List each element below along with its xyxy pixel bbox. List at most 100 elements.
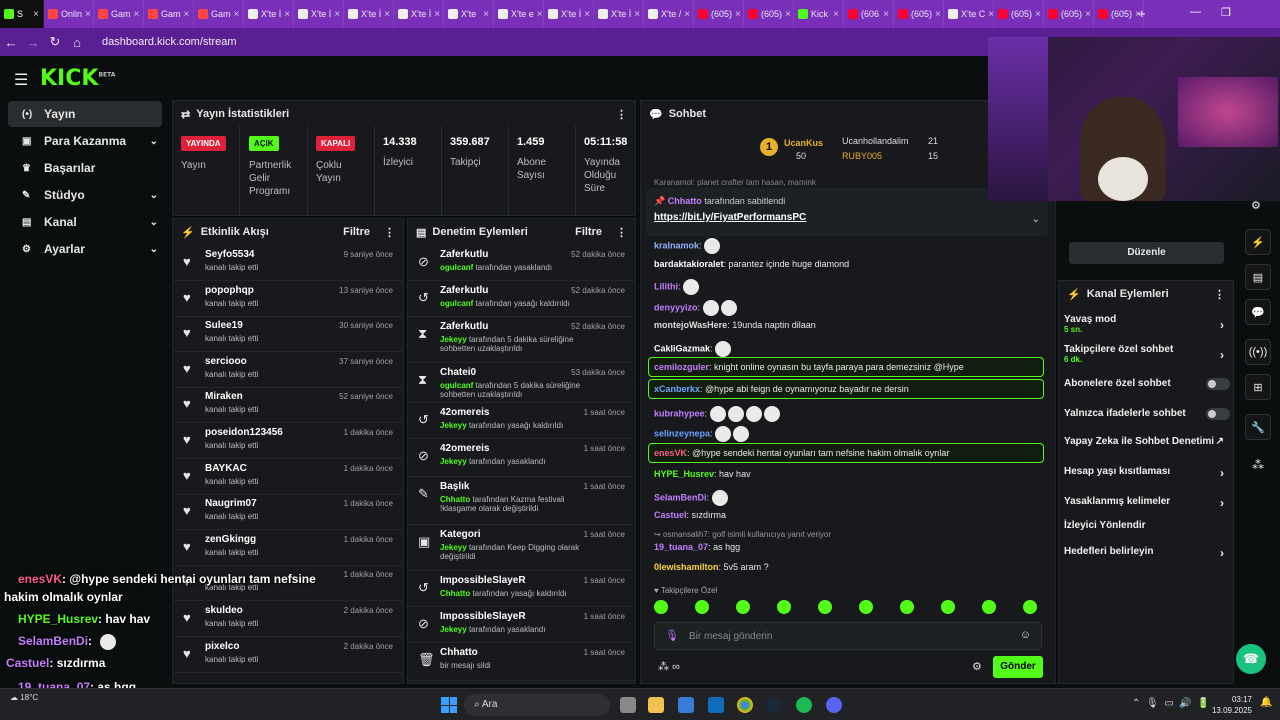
channel-action[interactable]: Hedefleri belirleyin › [1064, 546, 1230, 560]
browser-tab[interactable]: X'te C × [944, 0, 994, 28]
moderator-name[interactable]: ogulcanf [440, 299, 473, 308]
close-icon[interactable]: × [85, 9, 91, 20]
browser-tab[interactable]: X'te İ × [344, 0, 394, 28]
sidebar-item[interactable]: ▣ Para Kazanma ⌄ [8, 128, 162, 154]
home-icon[interactable]: ⌂ [66, 35, 88, 50]
activity-user[interactable]: serciooo [205, 356, 247, 367]
moderator-name[interactable]: Chhatto [440, 495, 470, 504]
gear-icon[interactable]: ⚙ [1251, 199, 1261, 212]
chat-username[interactable]: selinzeynepa [654, 428, 710, 438]
spotify-icon[interactable] [796, 697, 812, 713]
chat-tools-icon[interactable]: ⁂ ∞ [658, 660, 680, 673]
channel-action[interactable]: Yavaş mod 5 sn. › [1064, 314, 1230, 334]
activity-user[interactable]: zenGkingg [205, 534, 256, 545]
channel-action[interactable]: Yapay Zeka ile Sohbet Denetimi ↗ [1064, 436, 1230, 447]
close-icon[interactable]: × [284, 9, 290, 20]
chat-username[interactable]: kubrahypee [654, 408, 705, 418]
close-icon[interactable]: × [584, 9, 590, 20]
sidebar-item[interactable]: (•) Yayın [8, 101, 162, 127]
close-icon[interactable]: × [134, 9, 140, 20]
close-icon[interactable]: × [184, 9, 190, 20]
chevron-down-icon[interactable]: ⌄ [150, 244, 158, 255]
emote-icon[interactable] [900, 600, 914, 614]
chat-username[interactable]: SelamBenDi [654, 492, 707, 502]
moderation-target[interactable]: 42omereis [440, 407, 489, 418]
close-icon[interactable]: × [1085, 9, 1091, 20]
moderator-name[interactable]: Jekeyy [440, 457, 467, 466]
chat-input[interactable]: 🎙 Bir mesaj gönderin ☺ [654, 622, 1042, 650]
emote-icon[interactable] [1023, 600, 1037, 614]
chat-bubble-icon[interactable]: 💬 [1245, 299, 1271, 325]
toggle-switch[interactable] [1206, 408, 1230, 420]
close-icon[interactable]: × [735, 9, 741, 20]
emote-icon[interactable] [859, 600, 873, 614]
close-icon[interactable]: × [785, 9, 791, 20]
toggle-switch[interactable] [1206, 378, 1230, 390]
broadcast-icon[interactable]: ((•)) [1245, 339, 1271, 365]
activity-user[interactable]: Seyfo5534 [205, 249, 254, 260]
chat-username[interactable]: denyyyizo [654, 302, 698, 312]
moderation-target[interactable]: Zaferkutlu [440, 249, 488, 260]
moderation-target[interactable]: 42omereis [440, 443, 489, 454]
discord-icon[interactable] [826, 697, 842, 713]
moderator-name[interactable]: Jekeyy [440, 625, 467, 634]
back-icon[interactable]: ← [0, 35, 22, 50]
browser-tab[interactable]: X'te İ × [244, 0, 294, 28]
close-icon[interactable]: × [537, 9, 543, 20]
channel-action[interactable]: Yasaklanmış kelimeler › [1064, 496, 1230, 510]
activity-user[interactable]: poseidon123456 [205, 427, 283, 438]
close-icon[interactable]: × [634, 9, 640, 20]
chat-username[interactable]: montejoWasHere [654, 320, 727, 330]
browser-tab[interactable]: (605) × [1044, 0, 1094, 28]
activity-user[interactable]: Sulee19 [205, 320, 243, 331]
steam-icon[interactable] [766, 697, 782, 713]
browser-tab[interactable]: X'te e × [494, 0, 544, 28]
emote-icon[interactable] [654, 600, 668, 614]
moderation-target[interactable]: ImpossibleSlayeR [440, 611, 526, 622]
moderator-name[interactable]: Jekeyy [440, 335, 467, 344]
channel-action[interactable]: İzleyici Yönlendir [1064, 520, 1230, 531]
emote-icon[interactable] [777, 600, 791, 614]
moderation-filter-button[interactable]: Filtre [575, 226, 602, 238]
channel-action[interactable]: Abonelere özel sohbet [1064, 378, 1230, 390]
close-icon[interactable]: × [883, 9, 889, 20]
chat-username[interactable]: xCanberkx [654, 384, 700, 394]
minimize-icon[interactable]: — [1190, 6, 1201, 19]
moderation-target[interactable]: Başlık [440, 481, 469, 492]
support-icon[interactable]: ☎ [1236, 644, 1266, 674]
activity-user[interactable]: Naugrim07 [205, 498, 257, 509]
browser-tab[interactable]: Kick × [794, 0, 844, 28]
start-icon[interactable] [441, 697, 457, 713]
browser-tab[interactable]: (605) × [994, 0, 1044, 28]
close-icon[interactable]: × [33, 9, 39, 20]
browser-tab[interactable]: X'te / × [644, 0, 694, 28]
emote-icon[interactable] [818, 600, 832, 614]
chat-username[interactable]: enesVK [654, 448, 687, 458]
more-icon[interactable]: ⋮ [384, 226, 395, 239]
external-link-icon[interactable]: ↗ [1216, 436, 1224, 447]
pinned-link[interactable]: https://bit.ly/FiyatPerformansPC [654, 212, 806, 223]
share-icon[interactable]: ⁂ [1252, 458, 1264, 472]
browser-tab[interactable]: S × [0, 0, 44, 28]
channel-action[interactable]: Takipçilere özel sohbet 6 dk. › [1064, 344, 1230, 364]
more-icon[interactable]: ⋮ [1214, 288, 1225, 301]
chevron-down-icon[interactable]: ⌄ [150, 190, 158, 201]
close-icon[interactable]: × [234, 9, 240, 20]
browser-tab[interactable]: (605) × [1094, 0, 1144, 28]
browser-tab[interactable]: Gam × [194, 0, 244, 28]
chat-username[interactable]: 19_tuana_07 [654, 542, 708, 552]
browser-tab[interactable]: X'te × [444, 0, 494, 28]
browser-tab[interactable]: Gam × [94, 0, 144, 28]
chat-username[interactable]: kralnamok [654, 240, 699, 250]
moderator-name[interactable]: Jekeyy [440, 543, 467, 552]
close-icon[interactable]: × [935, 9, 941, 20]
sidebar-item[interactable]: ▤ Kanal ⌄ [8, 209, 162, 235]
close-icon[interactable]: × [1035, 9, 1041, 20]
close-icon[interactable]: × [334, 9, 340, 20]
close-icon[interactable]: × [684, 9, 690, 20]
moderation-target[interactable]: Chhatto [440, 647, 478, 658]
wrench-icon[interactable]: 🔧 [1245, 414, 1271, 440]
restore-icon[interactable]: ❐ [1221, 6, 1231, 19]
document-icon[interactable]: ▤ [1245, 264, 1271, 290]
send-button[interactable]: Gönder [993, 656, 1043, 678]
